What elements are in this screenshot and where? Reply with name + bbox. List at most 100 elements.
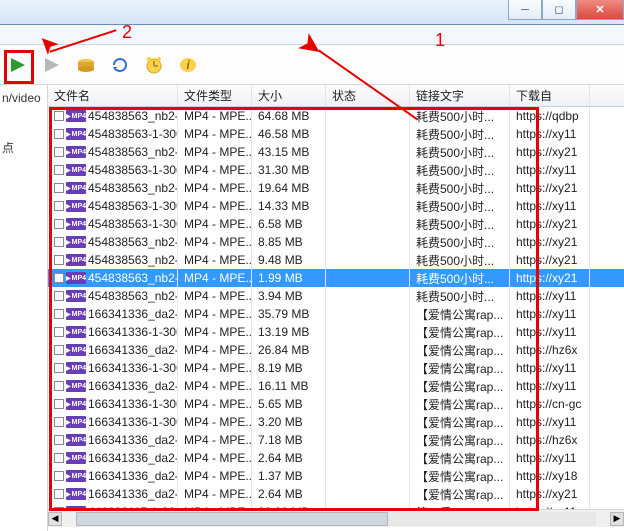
row-checkbox[interactable] <box>54 273 64 283</box>
cell-type: MP4 - MPE... <box>178 269 252 287</box>
row-checkbox[interactable] <box>54 147 64 157</box>
col-link[interactable]: 链接文字 <box>410 85 510 106</box>
cell-status <box>326 251 410 269</box>
table-row[interactable]: MP4454838563_nb2-1-3...MP4 - MPE...19.64… <box>48 179 624 197</box>
cell-size: 9.48 MB <box>252 251 326 269</box>
minimize-button[interactable]: ─ <box>508 0 542 20</box>
table-row[interactable]: MP4166341336_da2-1-3...MP4 - MPE...7.18 … <box>48 431 624 449</box>
cell-link: 耗费500小时... <box>410 161 510 179</box>
row-checkbox[interactable] <box>54 183 64 193</box>
cell-type: MP4 - MPE... <box>178 287 252 305</box>
row-checkbox[interactable] <box>54 165 64 175</box>
row-checkbox[interactable] <box>54 327 64 337</box>
cell-name: 166341336-1-30077... <box>88 325 178 339</box>
cell-size: 16.11 MB <box>252 377 326 395</box>
cell-size: 3.94 MB <box>252 287 326 305</box>
cell-type: MP4 - MPE... <box>178 107 252 125</box>
close-button[interactable]: ✕ <box>576 0 624 20</box>
cell-type: MP4 - MPE... <box>178 395 252 413</box>
row-checkbox[interactable] <box>54 417 64 427</box>
cell-download: https://xy21 <box>510 269 590 287</box>
table-row[interactable]: MP4166341336_da2-1-3...MP4 - MPE...1.37 … <box>48 467 624 485</box>
cell-status <box>326 341 410 359</box>
col-type[interactable]: 文件类型 <box>178 85 252 106</box>
scroll-track[interactable] <box>76 512 596 526</box>
table-row[interactable]: MP4454838563-1-30011...MP4 - MPE...6.58 … <box>48 215 624 233</box>
cell-link: 耗费500小时... <box>410 107 510 125</box>
info-icon[interactable]: i <box>176 53 200 77</box>
sidebar-item-video[interactable]: n/video <box>2 89 45 107</box>
cell-download: https://xy11 <box>510 161 590 179</box>
table-row[interactable]: MP4454838563_nb2-1-3...MP4 - MPE...9.48 … <box>48 251 624 269</box>
table-row[interactable]: MP4454838563-1-30033...MP4 - MPE...14.33… <box>48 197 624 215</box>
cell-size: 1.37 MB <box>252 467 326 485</box>
table-row[interactable]: MP4454838563_nb2-1-3...MP4 - MPE...3.94 … <box>48 287 624 305</box>
table-row[interactable]: MP4454838563_nb2-1-3...MP4 - MPE...64.68… <box>48 107 624 125</box>
cell-type: MP4 - MPE... <box>178 467 252 485</box>
table-row[interactable]: MP4454838563-1-30066...MP4 - MPE...31.30… <box>48 161 624 179</box>
refresh-icon[interactable] <box>108 53 132 77</box>
disk-icon[interactable] <box>74 53 98 77</box>
row-checkbox[interactable] <box>54 291 64 301</box>
cell-link: 【爱情公寓rap... <box>410 395 510 413</box>
cell-download: https://xy21 <box>510 233 590 251</box>
table-row[interactable]: MP4166341336-1-30033...MP4 - MPE...5.65 … <box>48 395 624 413</box>
table-row[interactable]: MP4166341336_da2-1-3...MP4 - MPE...35.79… <box>48 305 624 323</box>
cell-type: MP4 - MPE... <box>178 323 252 341</box>
cell-status <box>326 143 410 161</box>
table-row[interactable]: MP4454838563_nb2-1-3...MP4 - MPE...8.85 … <box>48 233 624 251</box>
scroll-thumb[interactable] <box>76 512 388 526</box>
col-status[interactable]: 状态 <box>326 85 410 106</box>
cell-type: MP4 - MPE... <box>178 485 252 503</box>
play-gray-button[interactable] <box>40 53 64 77</box>
col-name[interactable]: 文件名 <box>48 85 178 106</box>
table-row[interactable]: MP4440693117-1-30080...MP4 - MPE...36.90… <box>48 503 624 509</box>
cell-download: https://xy11 <box>510 449 590 467</box>
row-checkbox[interactable] <box>54 507 64 509</box>
row-checkbox[interactable] <box>54 381 64 391</box>
table-row[interactable]: MP4166341336-1-30011...MP4 - MPE...3.20 … <box>48 413 624 431</box>
row-checkbox[interactable] <box>54 255 64 265</box>
horizontal-scrollbar[interactable]: ◀ ▶ <box>48 509 624 527</box>
play-green-button[interactable] <box>6 53 30 77</box>
row-checkbox[interactable] <box>54 471 64 481</box>
table-body[interactable]: MP4454838563_nb2-1-3...MP4 - MPE...64.68… <box>48 107 624 509</box>
table-row[interactable]: MP4166341336_da2-1-3...MP4 - MPE...26.84… <box>48 341 624 359</box>
table-row[interactable]: MP4454838563_nb2-1-3...MP4 - MPE...43.15… <box>48 143 624 161</box>
mp4-icon: MP4 <box>66 200 86 212</box>
scroll-left-icon[interactable]: ◀ <box>48 512 62 526</box>
mp4-icon: MP4 <box>66 434 86 446</box>
scroll-right-icon[interactable]: ▶ <box>610 512 624 526</box>
row-checkbox[interactable] <box>54 489 64 499</box>
row-checkbox[interactable] <box>54 237 64 247</box>
row-checkbox[interactable] <box>54 363 64 373</box>
sidebar-item-dian[interactable]: 点 <box>2 137 45 158</box>
table-row[interactable]: MP4454838563-1-30077...MP4 - MPE...46.58… <box>48 125 624 143</box>
cell-status <box>326 485 410 503</box>
row-checkbox[interactable] <box>54 345 64 355</box>
col-size[interactable]: 大小 <box>252 85 326 106</box>
row-checkbox[interactable] <box>54 453 64 463</box>
cell-download: https://xy11 <box>510 305 590 323</box>
table-row[interactable]: MP4166341336_da2-1-3...MP4 - MPE...2.64 … <box>48 449 624 467</box>
row-checkbox[interactable] <box>54 111 64 121</box>
table-row[interactable]: MP4166341336_da2-1-3...MP4 - MPE...2.64 … <box>48 485 624 503</box>
row-checkbox[interactable] <box>54 219 64 229</box>
cell-name: 166341336-1-30033... <box>88 397 178 411</box>
maximize-button[interactable]: ◻ <box>542 0 576 20</box>
clock-icon[interactable] <box>142 53 166 77</box>
table-row[interactable]: MP4166341336_da2-1-3...MP4 - MPE...16.11… <box>48 377 624 395</box>
row-checkbox[interactable] <box>54 399 64 409</box>
table-row[interactable]: MP4166341336-1-30077...MP4 - MPE...13.19… <box>48 323 624 341</box>
row-checkbox[interactable] <box>54 309 64 319</box>
col-download[interactable]: 下载自 <box>510 85 590 106</box>
row-checkbox[interactable] <box>54 201 64 211</box>
mp4-icon: MP4 <box>66 290 86 302</box>
cell-name: 166341336_da2-1-3... <box>88 307 178 321</box>
cell-link: 【爱情公寓rap... <box>410 467 510 485</box>
table-row[interactable]: MP4166341336-1-30066...MP4 - MPE...8.19 … <box>48 359 624 377</box>
row-checkbox[interactable] <box>54 435 64 445</box>
table-row[interactable]: MP4454838563_nb2-1-3...MP4 - MPE...1.99 … <box>48 269 624 287</box>
row-checkbox[interactable] <box>54 129 64 139</box>
cell-type: MP4 - MPE... <box>178 215 252 233</box>
